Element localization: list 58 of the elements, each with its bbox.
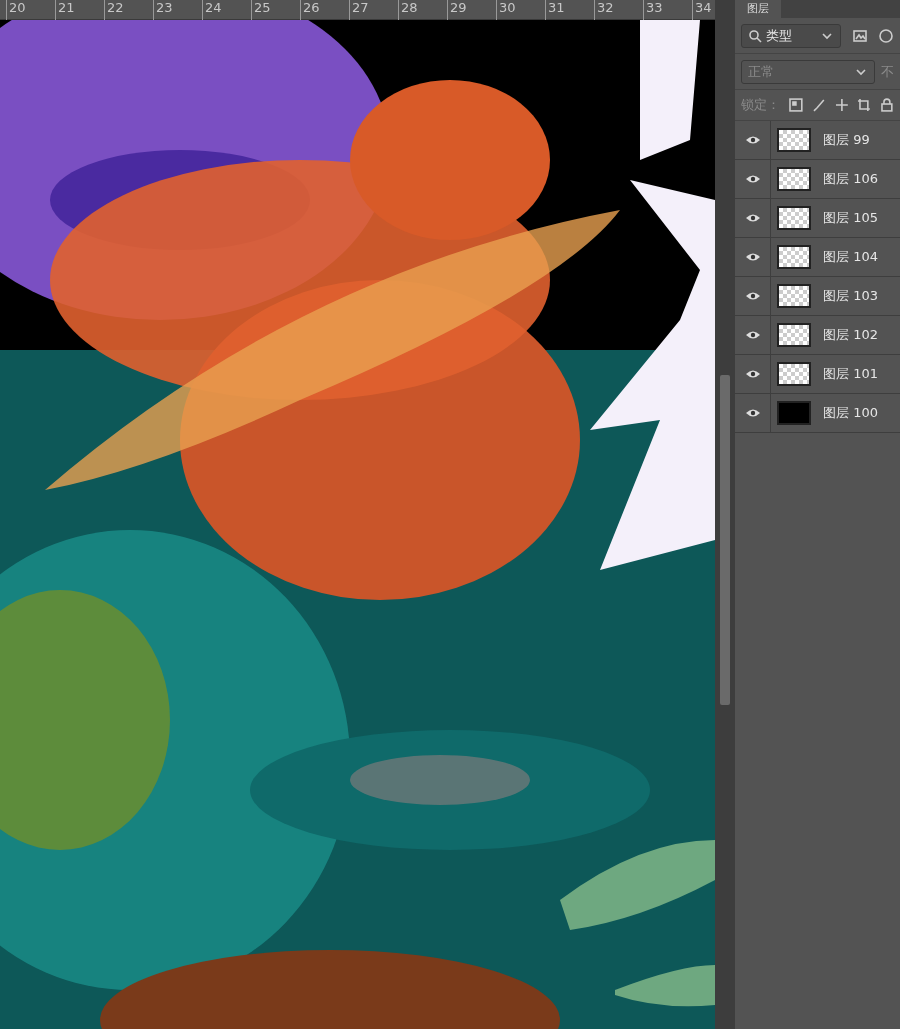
ruler-label: 23 (156, 0, 173, 16)
layer-name: 图层 106 (823, 170, 878, 188)
layer-thumbnail (777, 323, 811, 347)
layer-name: 图层 100 (823, 404, 878, 422)
layer-name: 图层 103 (823, 287, 878, 305)
ruler-label: 21 (58, 0, 75, 16)
eye-icon[interactable] (744, 174, 761, 184)
layer-thumbnail (777, 284, 811, 308)
layer-thumbnail (777, 401, 811, 425)
circle-icon[interactable] (879, 28, 893, 43)
layer-row[interactable]: 图层 105 (735, 199, 900, 238)
ruler-label: 31 (548, 0, 565, 16)
layer-thumbnail (777, 167, 811, 191)
ruler-label: 33 (646, 0, 663, 16)
layer-row[interactable]: 图层 99 (735, 121, 900, 160)
layer-thumbnail (777, 245, 811, 269)
layer-name: 图层 104 (823, 248, 878, 266)
crop-icon[interactable] (857, 98, 872, 112)
ruler-label: 28 (401, 0, 418, 16)
ruler-label: 29 (450, 0, 467, 16)
layer-row[interactable]: 图层 101 (735, 355, 900, 394)
layer-thumbnail (777, 128, 811, 152)
ruler-label: 20 (9, 0, 26, 16)
eye-icon[interactable] (744, 252, 761, 262)
search-icon (748, 28, 762, 43)
ruler-label: 25 (254, 0, 271, 16)
ruler-label: 24 (205, 0, 222, 16)
layer-thumbnail (777, 206, 811, 230)
eye-icon[interactable] (744, 291, 761, 301)
eye-icon[interactable] (744, 408, 761, 418)
layer-row[interactable]: 图层 103 (735, 277, 900, 316)
move-icon[interactable] (834, 98, 849, 112)
image-icon[interactable] (853, 28, 867, 43)
eye-icon[interactable] (744, 330, 761, 340)
checker-icon[interactable] (789, 98, 803, 112)
layer-row[interactable]: 图层 100 (735, 394, 900, 433)
ruler-label: 30 (499, 0, 516, 16)
ruler-label: 27 (352, 0, 369, 16)
panel-tab[interactable]: 图层 (735, 0, 781, 18)
ruler-label: 34 (695, 0, 712, 16)
ruler-label: 32 (597, 0, 614, 16)
layer-row[interactable]: 图层 104 (735, 238, 900, 277)
brush-icon[interactable] (811, 98, 826, 112)
scrollbar[interactable] (715, 0, 735, 1029)
layer-name: 图层 99 (823, 131, 870, 149)
ruler-label: 22 (107, 0, 124, 16)
eye-icon[interactable] (744, 135, 761, 145)
layer-row[interactable]: 图层 102 (735, 316, 900, 355)
layer-name: 图层 101 (823, 365, 878, 383)
filter-select[interactable]: 类型 (741, 23, 841, 48)
eye-icon[interactable] (744, 369, 761, 379)
eye-icon[interactable] (744, 213, 761, 223)
layer-row[interactable]: 图层 106 (735, 160, 900, 199)
layer-name: 图层 102 (823, 326, 878, 344)
layer-name: 图层 105 (823, 209, 878, 227)
ruler-label: 26 (303, 0, 320, 16)
layer-thumbnail (777, 362, 811, 386)
lock-icon[interactable] (880, 98, 894, 112)
